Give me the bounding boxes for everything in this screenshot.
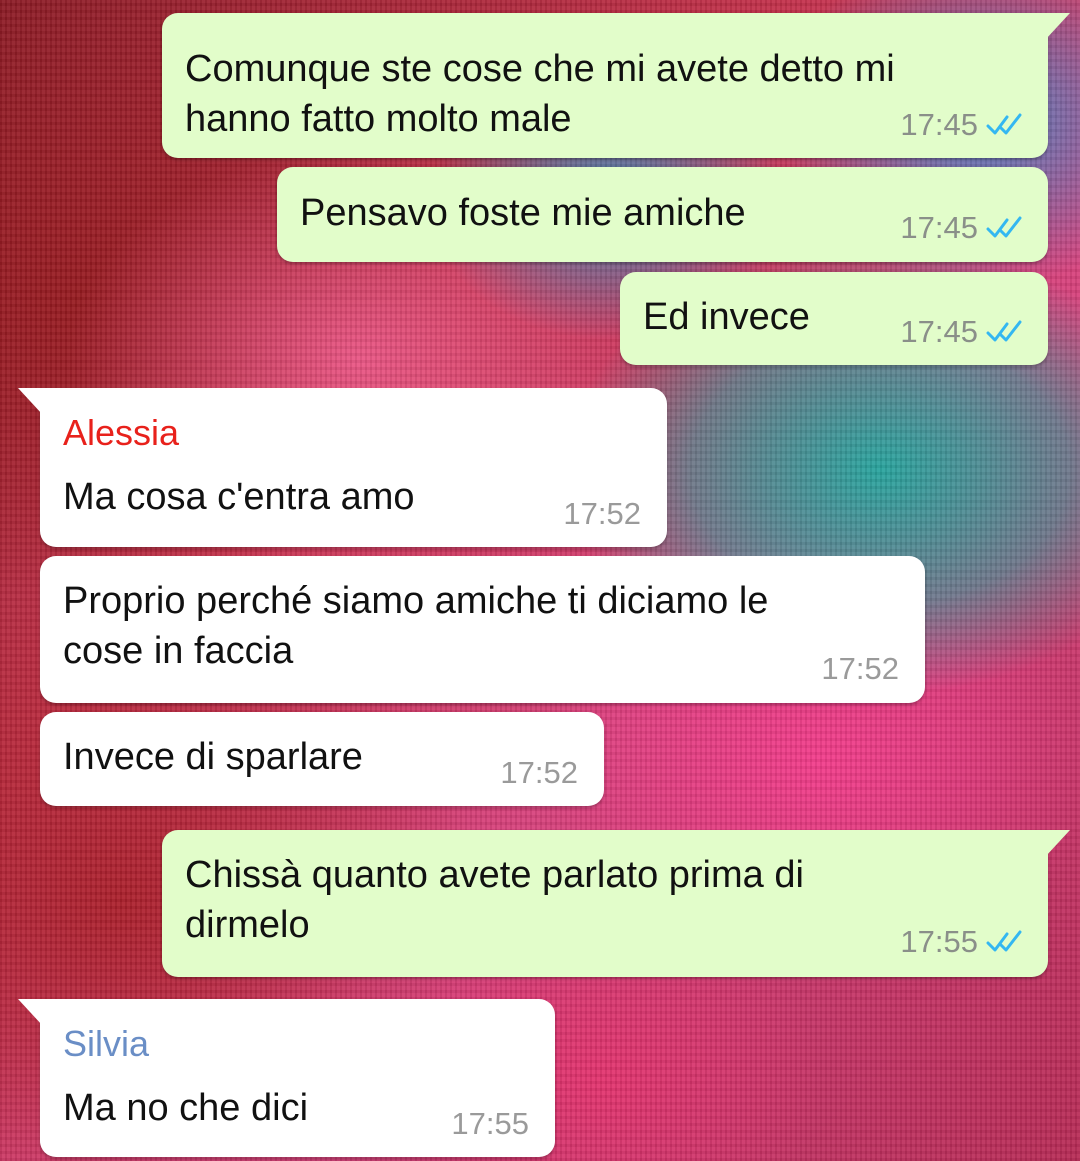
outgoing-message-bubble[interactable]: Ed invece 17:45 [620,272,1048,365]
message-meta: 17:45 [900,107,1026,143]
message-meta: 17:52 [821,651,899,687]
incoming-message-bubble[interactable]: Invece di sparlare 17:52 [40,712,604,806]
sender-name[interactable]: Alessia [63,411,179,455]
message-text: Chissà quanto avete parlato prima di dir… [185,854,804,946]
incoming-message-bubble[interactable]: Proprio perché siamo amiche ti diciamo l… [40,556,925,703]
message-time: 17:52 [500,755,578,790]
message-meta: 17:52 [500,755,578,791]
double-check-read-icon [986,216,1022,238]
outgoing-message-bubble[interactable]: Chissà quanto avete parlato prima di dir… [162,830,1070,977]
message-time: 17:55 [451,1106,529,1141]
incoming-message-bubble[interactable]: Silvia Ma no che dici 17:55 [18,999,555,1157]
chat-message-list[interactable]: Comunque ste cose che mi avete detto mi … [0,0,1080,1161]
sender-name[interactable]: Silvia [63,1022,149,1066]
message-text: Pensavo foste mie amiche [300,192,746,234]
message-meta: 17:55 [900,924,1026,960]
incoming-message-bubble[interactable]: Alessia Ma cosa c'entra amo 17:52 [18,388,667,547]
double-check-read-icon [986,930,1022,952]
message-meta: 17:45 [900,314,1026,350]
message-text: Ma no che dici [63,1087,309,1129]
message-text: Ma cosa c'entra amo [63,476,415,518]
double-check-read-icon [986,320,1022,342]
message-time: 17:55 [900,924,978,959]
message-meta: 17:52 [563,496,641,532]
message-time: 17:45 [900,107,978,142]
message-text: Invece di sparlare [63,736,363,778]
message-text: Proprio perché siamo amiche ti diciamo l… [63,580,769,672]
message-text: Ed invece [643,296,810,338]
message-time: 17:45 [900,210,978,245]
message-text: Comunque ste cose che mi avete detto mi … [185,48,895,140]
message-time: 17:45 [900,314,978,349]
outgoing-message-bubble[interactable]: Comunque ste cose che mi avete detto mi … [162,13,1070,158]
double-check-read-icon [986,113,1022,135]
message-meta: 17:45 [900,210,1026,246]
message-meta: 17:55 [451,1106,529,1142]
outgoing-message-bubble[interactable]: Pensavo foste mie amiche 17:45 [277,167,1048,262]
message-time: 17:52 [821,651,899,686]
message-time: 17:52 [563,496,641,531]
